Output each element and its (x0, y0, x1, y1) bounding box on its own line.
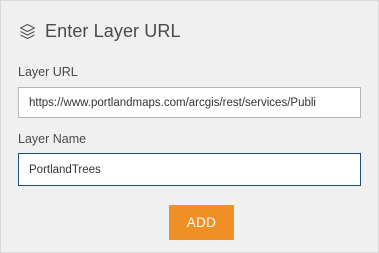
panel-title: Enter Layer URL (45, 20, 181, 41)
layer-name-input[interactable] (18, 153, 361, 186)
add-layer-panel: Enter Layer URL Layer URL Layer Name ADD (0, 0, 379, 253)
layer-url-input[interactable] (18, 87, 361, 118)
layer-url-label: Layer URL (18, 65, 78, 79)
layer-name-label: Layer Name (18, 132, 87, 146)
layers-icon (18, 22, 36, 40)
panel-header: Enter Layer URL (18, 18, 181, 44)
add-button[interactable]: ADD (169, 205, 234, 240)
